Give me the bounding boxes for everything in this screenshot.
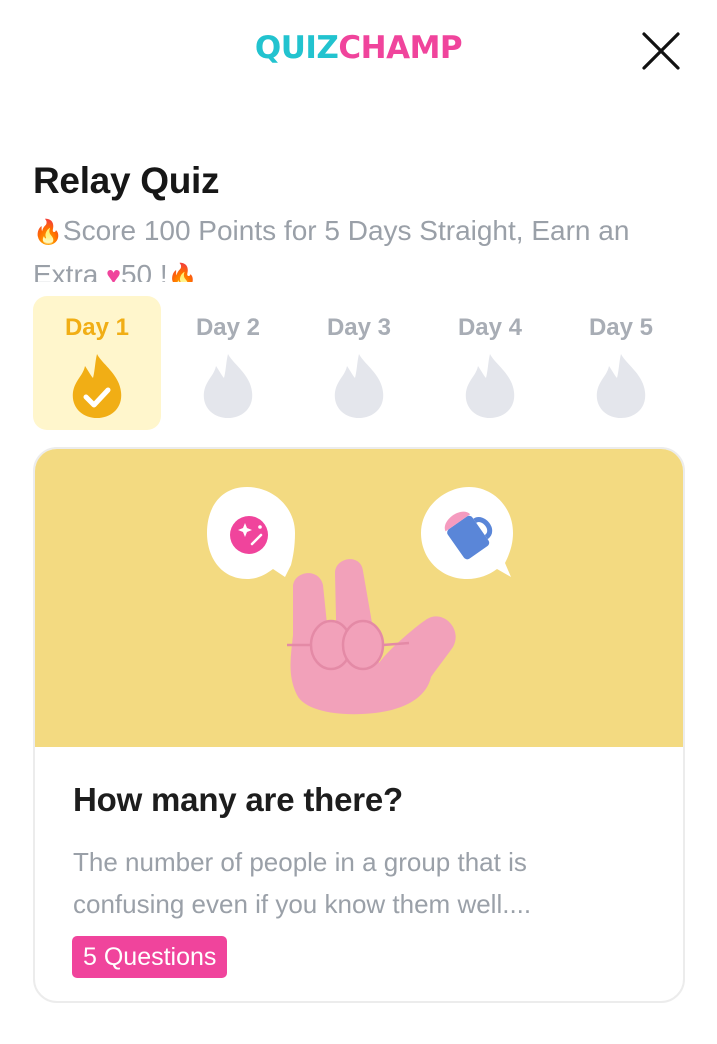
day-tab-5[interactable]: Day 5: [557, 296, 685, 430]
page-title: Relay Quiz: [33, 160, 220, 201]
logo-champ-text: CHAMP: [338, 30, 463, 66]
card-description: The number of people in a group that is …: [73, 847, 532, 919]
sparkle-bubble-icon: [207, 487, 295, 579]
day-streak-tracker: Day 1 Day 2 Day 3 Day 4 Day 5: [33, 296, 685, 430]
day-label: Day 4: [457, 314, 523, 341]
logo-quiz-text: QUIZ: [254, 30, 339, 66]
rock-hand-icon: [287, 559, 456, 715]
day-tab-4[interactable]: Day 4: [426, 296, 554, 430]
reward-amount: 50 !: [120, 259, 168, 282]
flame-icon: [334, 354, 384, 418]
day-tab-3[interactable]: Day 3: [295, 296, 423, 430]
quiz-card[interactable]: How many are there? The number of people…: [33, 447, 685, 1003]
flame-icon: [465, 354, 515, 418]
card-title: How many are there?: [73, 781, 403, 818]
quiz-illustration: [35, 449, 683, 747]
top-bar: QUIZCHAMP: [0, 0, 717, 110]
heart-icon: ♥: [106, 262, 121, 282]
day-label: Day 1: [64, 314, 130, 341]
fire-icon: 🔥: [167, 263, 198, 282]
day-label: Day 5: [588, 314, 654, 341]
cup-bubble-icon: [421, 487, 513, 579]
day-label: Day 3: [326, 314, 392, 341]
flame-icon: [596, 354, 646, 418]
fire-icon: 🔥: [33, 219, 63, 246]
question-count-badge: 5 Questions: [72, 936, 228, 978]
day-tab-1[interactable]: Day 1: [33, 296, 161, 430]
app-logo: QUIZCHAMP: [0, 30, 717, 66]
subtitle: 🔥Score 100 Points for 5 Days Straight, E…: [33, 210, 673, 282]
hand-sign-illustration: [207, 487, 513, 715]
close-button[interactable]: [638, 28, 684, 74]
close-icon: [642, 32, 680, 70]
flame-check-icon: [72, 354, 122, 418]
day-label: Day 2: [195, 314, 261, 341]
flame-icon: [203, 354, 253, 418]
day-tab-2[interactable]: Day 2: [164, 296, 292, 430]
